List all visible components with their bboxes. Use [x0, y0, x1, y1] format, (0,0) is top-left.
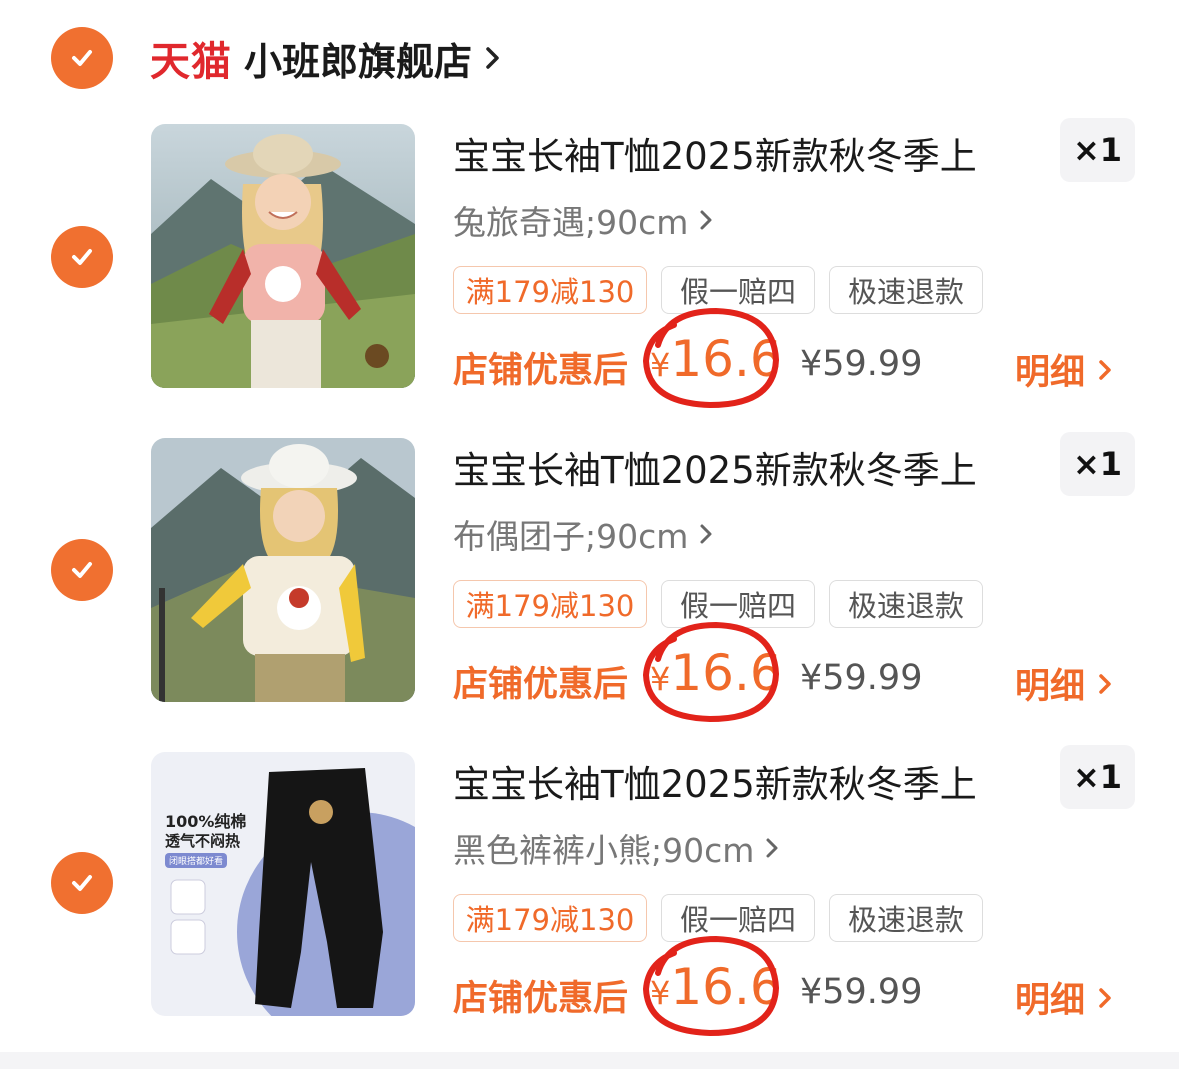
check-icon	[72, 249, 92, 265]
quantity-badge[interactable]: ×1	[1060, 745, 1135, 809]
promo-tag: 满179减130	[453, 266, 647, 314]
detail-label: 明细	[1015, 353, 1086, 393]
product-title[interactable]: 宝宝长袖T恤2025新款秋冬季上	[453, 126, 977, 180]
original-price: ¥59.99	[800, 658, 923, 698]
bottom-divider	[0, 1052, 1179, 1069]
sku-label: 兔旅奇遇;90cm	[453, 203, 689, 242]
product-title[interactable]: 宝宝长袖T恤2025新款秋冬季上	[453, 440, 977, 494]
discount-label: 店铺优惠后	[453, 351, 629, 391]
price-highlight-circle	[642, 935, 780, 1037]
chevron-right-icon	[700, 210, 712, 230]
image-caption-badge: 闭眼搭都好看	[165, 853, 228, 868]
chevron-right-icon	[486, 47, 499, 69]
chevron-right-icon	[1099, 673, 1111, 694]
refund-tag: 极速退款	[829, 266, 983, 314]
chevron-right-icon	[700, 524, 712, 544]
image-caption-line1: 100%纯棉	[165, 812, 247, 831]
check-icon	[72, 50, 92, 66]
discount-label: 店铺优惠后	[453, 665, 629, 705]
price-highlight-circle	[642, 621, 780, 723]
detail-label: 明细	[1015, 981, 1086, 1021]
check-icon	[72, 562, 92, 578]
sku-label: 布偶团子;90cm	[453, 517, 689, 556]
store-name[interactable]: 小班郎旗舰店	[244, 31, 472, 86]
item-select-checkbox[interactable]	[51, 852, 113, 914]
detail-label: 明细	[1015, 667, 1086, 707]
chevron-right-icon	[1099, 987, 1111, 1008]
price-highlight-circle	[642, 307, 780, 409]
discount-label: 店铺优惠后	[453, 979, 629, 1019]
store-header[interactable]: 天猫 小班郎旗舰店	[150, 28, 504, 88]
sku-selector[interactable]: 兔旅奇遇;90cm	[453, 196, 714, 244]
sku-selector[interactable]: 布偶团子;90cm	[453, 510, 714, 558]
refund-tag: 极速退款	[829, 894, 983, 942]
sku-label: 黑色裤裤小熊;90cm	[453, 831, 755, 870]
image-caption-line2: 透气不闷热	[165, 832, 241, 850]
item-select-checkbox[interactable]	[51, 539, 113, 601]
store-select-checkbox[interactable]	[51, 27, 113, 89]
quantity-badge[interactable]: ×1	[1060, 432, 1135, 496]
detail-link[interactable]: 明细	[1015, 344, 1113, 395]
chevron-right-icon	[766, 838, 778, 858]
refund-tag: 极速退款	[829, 580, 983, 628]
detail-link[interactable]: 明细	[1015, 658, 1113, 709]
tmall-logo: 天猫	[150, 39, 232, 85]
product-image[interactable]	[151, 438, 415, 702]
product-title[interactable]: 宝宝长袖T恤2025新款秋冬季上	[453, 754, 977, 808]
check-icon	[72, 875, 92, 891]
original-price: ¥59.99	[800, 344, 923, 384]
item-select-checkbox[interactable]	[51, 226, 113, 288]
product-image[interactable]: 100%纯棉 透气不闷热 闭眼搭都好看	[151, 752, 415, 1016]
quantity-badge[interactable]: ×1	[1060, 118, 1135, 182]
original-price: ¥59.99	[800, 972, 923, 1012]
promo-tag: 满179减130	[453, 580, 647, 628]
product-image[interactable]	[151, 124, 415, 388]
chevron-right-icon	[1099, 359, 1111, 380]
detail-link[interactable]: 明细	[1015, 972, 1113, 1023]
sku-selector[interactable]: 黑色裤裤小熊;90cm	[453, 824, 780, 872]
promo-tag: 满179减130	[453, 894, 647, 942]
